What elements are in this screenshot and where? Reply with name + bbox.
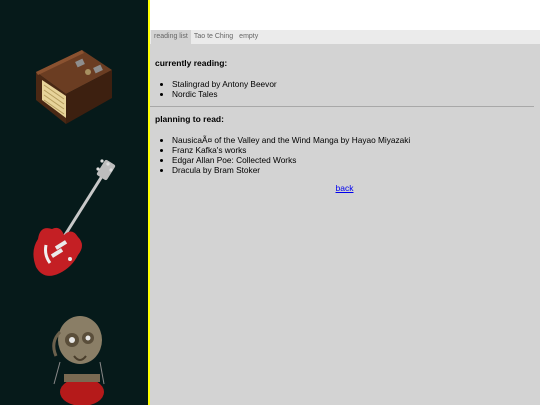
currently-reading-heading: currently reading:: [155, 58, 228, 68]
list-item: Nordic Tales: [172, 89, 534, 99]
tab-tao-te-ching[interactable]: Tao te Ching: [191, 30, 236, 44]
list-item: Franz Kafka's works: [172, 145, 534, 155]
list-item: Stalingrad by Antony Beevor: [172, 79, 534, 89]
list-item: Edgar Allan Poe: Collected Works: [172, 155, 534, 165]
back-link[interactable]: back: [336, 183, 354, 193]
planning-heading: planning to read:: [155, 114, 224, 124]
tab-bar: reading list Tao te Ching empty: [150, 30, 540, 44]
sidebar: [0, 0, 148, 405]
guitar-icon: [33, 159, 116, 276]
tab-reading-list[interactable]: reading list: [151, 30, 191, 44]
content-panel: currently reading: Stalingrad by Antony …: [150, 44, 540, 405]
list-item: Dracula by Bram Stoker: [172, 165, 534, 175]
section-divider: [150, 106, 534, 107]
tab-empty[interactable]: empty: [236, 30, 261, 44]
currently-reading-list: Stalingrad by Antony Beevor Nordic Tales: [155, 79, 534, 99]
book-icon: [36, 50, 112, 124]
list-item: NausicaÃ¤ of the Valley and the Wind Man…: [172, 135, 534, 145]
top-blank-area: [150, 0, 540, 30]
planning-list: NausicaÃ¤ of the Valley and the Wind Man…: [155, 135, 534, 175]
back-link-container: back: [155, 183, 534, 193]
robot-figure-icon: [52, 316, 105, 405]
